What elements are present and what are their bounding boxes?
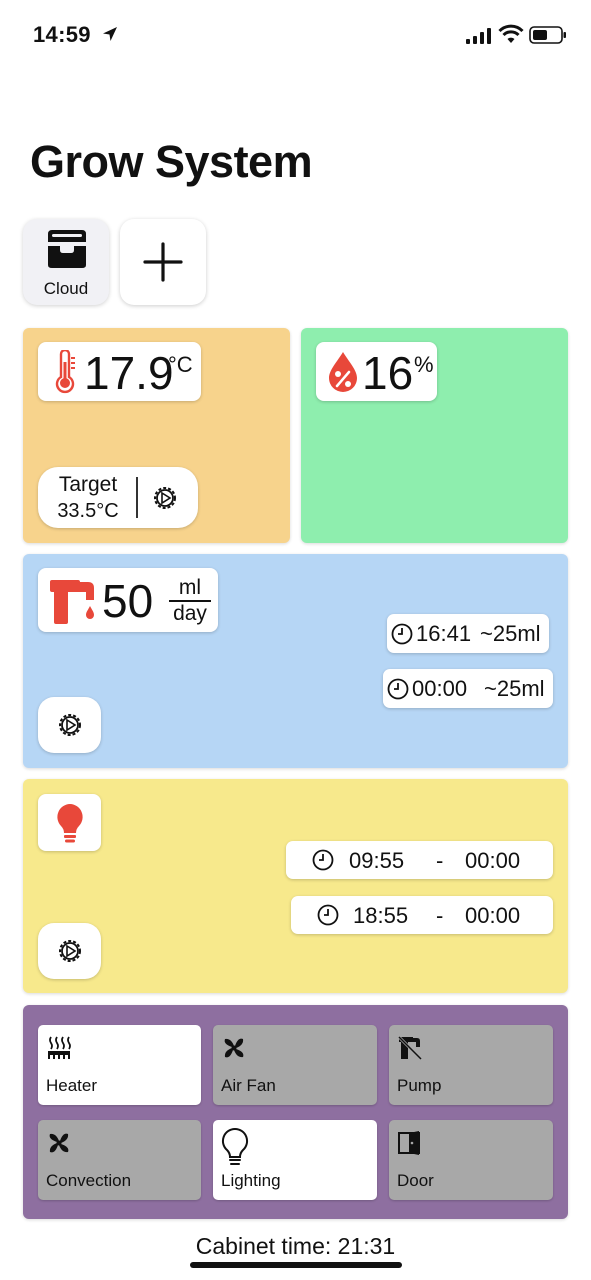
humidity-drop-icon [329,352,357,392]
add-system-button[interactable] [120,219,206,305]
device-toggle-heater[interactable]: Heater [38,1025,201,1105]
wifi-icon [498,24,524,43]
temperature-unit: °C [168,352,193,377]
lightbulb-outline-icon [221,1127,249,1165]
battery-icon [529,26,566,44]
temperature-value: 17.9 [84,347,174,399]
door-icon [398,1131,420,1155]
target-temperature-control[interactable]: Target 33.5°C [38,467,198,528]
device-toggle-air-fan[interactable]: Air Fan [213,1025,377,1105]
humidity-readout: 16 % [316,342,437,401]
settings-gear-icon [59,714,81,736]
cabinet-time: Cabinet time: 21:31 [195,1233,396,1259]
device-label: Air Fan [221,1076,276,1095]
device-toggle-convection[interactable]: Convection [38,1120,201,1200]
device-label: Convection [46,1171,132,1190]
lighting-end: 00:00 [465,903,521,928]
target-value: 33.5°C [57,500,119,522]
device-label: Door [397,1171,434,1190]
lighting-settings-button[interactable] [38,923,101,979]
device-label: Heater [46,1076,98,1095]
plus-icon [143,242,183,282]
humidity-unit: % [414,352,434,377]
device-label: Pump [397,1076,442,1095]
cabinet-icon [48,230,86,268]
lighting-start: 18:55 [353,903,409,928]
lighting-separator: - [436,903,444,928]
settings-gear-icon [59,940,81,962]
page-title: Grow System [30,136,313,187]
faucet-icon [50,580,94,624]
pump-icon [397,1035,423,1061]
clock-icon [387,678,409,700]
lighting-panel [23,779,568,993]
status-time: 14:59 [33,22,91,47]
target-label: Target [58,473,118,496]
watering-unit-bottom: day [173,602,207,625]
watering-amount: ~25ml [480,621,541,646]
signal-icon [466,28,491,44]
cloud-label: Cloud [43,279,89,298]
humidity-value: 16 [362,347,414,399]
location-arrow-icon [103,27,117,41]
heater-icon [48,1036,71,1059]
lightbulb-icon [57,804,83,843]
watering-readout: 50 ml day [38,568,218,632]
clock-icon [391,623,413,645]
lighting-end: 00:00 [465,848,521,873]
watering-settings-button[interactable] [38,697,101,753]
device-toggle-door[interactable]: Door [389,1120,553,1200]
lighting-separator: - [436,848,444,873]
clock-icon [312,849,334,871]
fan-icon [49,1133,69,1153]
settings-gear-icon[interactable] [151,484,179,512]
thermometer-icon [55,350,75,394]
device-label: Lighting [221,1171,281,1190]
home-indicator[interactable] [190,1262,402,1268]
watering-time: 16:41 [416,621,472,646]
watering-unit-top: ml [178,576,202,599]
lighting-start: 09:55 [349,848,405,873]
lighting-indicator [38,794,101,851]
temperature-readout: 17.9 °C [38,342,201,401]
device-toggle-lighting[interactable]: Lighting [213,1120,377,1200]
target-divider [136,477,138,518]
clock-icon [317,904,339,926]
device-toggle-pump[interactable]: Pump [389,1025,553,1105]
fan-icon [224,1038,244,1058]
watering-value: 50 [102,575,154,627]
watering-amount: ~25ml [484,676,545,701]
watering-schedule-item[interactable]: 00:00 ~25ml [383,669,553,708]
watering-schedule-item[interactable]: 16:41 ~25ml [387,614,549,653]
watering-time: 00:00 [412,676,468,701]
lighting-schedule-item[interactable]: 09:55 - 00:00 [286,841,553,879]
lighting-schedule-item[interactable]: 18:55 - 00:00 [291,896,553,934]
cloud-system-button[interactable]: Cloud [23,219,109,305]
